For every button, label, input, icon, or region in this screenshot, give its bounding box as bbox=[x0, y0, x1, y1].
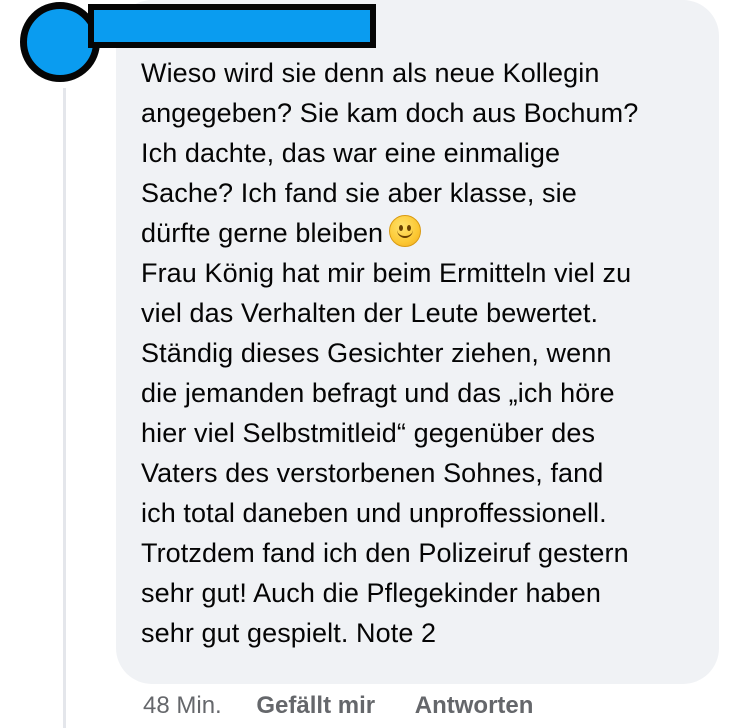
comment-line: Ich dachte, das war eine einmalige bbox=[141, 138, 561, 168]
comment-line: Frau König hat mir beim Ermitteln viel z… bbox=[141, 258, 632, 288]
comment-line: dürfte gerne bleiben bbox=[141, 218, 384, 248]
comment-line: Ständig dieses Gesichter ziehen, wenn bbox=[141, 338, 612, 368]
comment-bubble: Wieso wird sie denn als neue Kollegin an… bbox=[116, 0, 719, 684]
comment-text: Wieso wird sie denn als neue Kollegin an… bbox=[141, 53, 699, 653]
comment-line: Wieso wird sie denn als neue Kollegin bbox=[141, 58, 600, 88]
thread-line bbox=[63, 88, 66, 728]
comment-line: sehr gut gespielt. Note 2 bbox=[141, 618, 437, 648]
comment-line: Trotzdem fand ich den Polizeiruf gestern bbox=[141, 538, 629, 568]
comment-line: viel das Verhalten der Leute bewertet. bbox=[141, 298, 599, 328]
comment-line: angegeben? Sie kam doch aus Bochum? bbox=[141, 98, 639, 128]
comment-line: Sache? Ich fand sie aber klasse, sie bbox=[141, 178, 577, 208]
comment-line: ich total daneben und unproffessionell. bbox=[141, 498, 607, 528]
slightly-smiling-face-icon bbox=[389, 215, 422, 247]
comment-line: sehr gut! Auch die Pflegekinder haben bbox=[141, 578, 602, 608]
timestamp[interactable]: 48 Min. bbox=[143, 692, 222, 720]
comment-line: Vaters des verstorbenen Sohnes, fand bbox=[141, 458, 604, 488]
reply-button[interactable]: Antworten bbox=[415, 692, 534, 720]
comment-actions: 48 Min. Gefällt mir Antworten bbox=[143, 692, 533, 720]
comment-line: hier viel Selbstmitleid“ gegenüber des bbox=[141, 418, 596, 448]
comment-line: die jemanden befragt und das „ich höre bbox=[141, 378, 615, 408]
like-button[interactable]: Gefällt mir bbox=[256, 692, 375, 720]
author-name-redacted[interactable] bbox=[88, 4, 376, 48]
comment-line-with-emoji: dürfte gerne bleiben bbox=[141, 213, 699, 253]
